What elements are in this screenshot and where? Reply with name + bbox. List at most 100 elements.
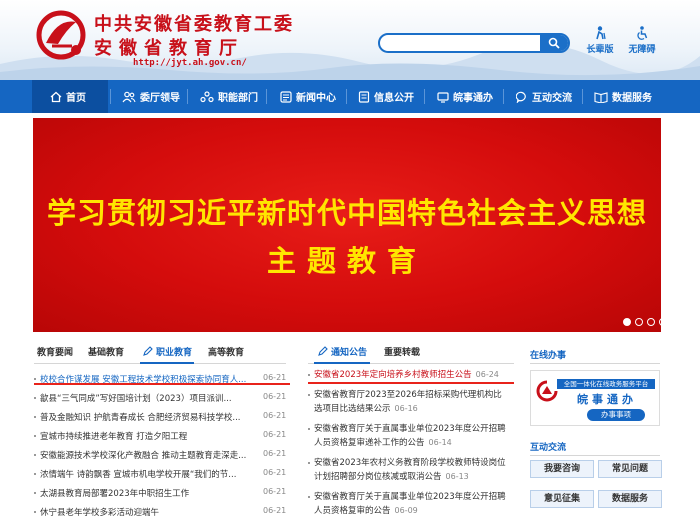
nav-item-label: 委厅领导	[140, 93, 180, 104]
carousel-dots	[623, 318, 661, 326]
opinion-button[interactable]: 意见征集	[530, 490, 594, 508]
home-icon	[50, 91, 62, 102]
carousel-dot[interactable]	[635, 318, 643, 326]
nav-item-departments[interactable]: 职能部门	[200, 80, 258, 113]
nav-item-label: 新闻中心	[296, 93, 336, 104]
interaction-title: 互动交流	[530, 443, 567, 453]
list-item[interactable]: 校校合作谋发展 安徽工程技术学校积极探索协同育人... 06-21	[34, 370, 286, 388]
list-item-date: 06-21	[263, 468, 286, 477]
hero-banner[interactable]: 学习贯彻习近平新时代中国特色社会主义思想 主题教育	[33, 118, 661, 332]
tab-label: 通知公告	[331, 348, 368, 358]
carousel-dot[interactable]	[623, 318, 631, 326]
notice-title: 安徽省2023年定向培养乡村教师招生公告	[314, 370, 472, 380]
list-item[interactable]: 浓情端午 诗韵飘香 宣城市机电学校开展“我们的节... 06-21	[34, 465, 286, 483]
focus-underline	[34, 383, 290, 385]
list-item[interactable]: 普及金融知识 护航青春成长 合肥经济贸易科技学校... 06-21	[34, 408, 286, 426]
chat-icon	[516, 91, 526, 103]
list-item[interactable]: 安徽能源技术学校深化产教融合 推动主题教育走深走... 06-21	[34, 446, 286, 464]
list-bullet	[308, 496, 310, 498]
search-button[interactable]	[540, 35, 568, 51]
nav-divider	[187, 89, 188, 104]
elder-icon	[596, 26, 606, 40]
list-bullet	[34, 473, 36, 475]
banner-subheadline: 主题教育	[266, 244, 427, 278]
elder-mode-label: 长辈版	[586, 45, 614, 55]
nav-item-news[interactable]: 新闻中心	[280, 80, 336, 113]
nav-item-data[interactable]: 数据服务	[594, 80, 652, 113]
list-item-title: 休宁县老年学校多彩活动迎端午	[40, 508, 160, 518]
news-icon	[280, 90, 292, 103]
tab-important-reprints[interactable]: 重要转载	[384, 345, 420, 358]
list-item-title: 安徽能源技术学校深化产教融合 推动主题教育走深走...	[40, 451, 247, 461]
search-box	[378, 33, 570, 53]
wanshi-tongban-card[interactable]: 全国一体化在线政务服务平台 皖事通办 办事事项	[530, 370, 660, 426]
list-item[interactable]: 太湖县教育局部署2023年中职招生工作 06-21	[34, 484, 286, 502]
list-item-date: 06-21	[263, 411, 286, 420]
accessibility-button[interactable]: 无障碍	[622, 26, 662, 55]
elder-mode-button[interactable]: 长辈版	[580, 26, 620, 55]
list-item[interactable]: 歙县“三气同成”写好国培计划（2023）项目派训... 06-21	[34, 389, 286, 407]
service-items-button[interactable]: 办事事项	[587, 409, 645, 421]
notice-date: 06-13	[445, 472, 469, 481]
list-item-title: 普及金融知识 护航青春成长 合肥经济贸易科技学校...	[40, 413, 241, 423]
online-service-title: 在线办事	[530, 351, 567, 361]
carousel-dot[interactable]	[659, 318, 661, 326]
nav-item-label: 皖事通办	[453, 93, 493, 104]
list-bullet	[308, 428, 310, 430]
list-item-title: 浓情端午 诗韵飘香 宣城市机电学校开展“我们的节...	[40, 470, 237, 480]
nav-item-leaders[interactable]: 委厅领导	[122, 80, 180, 113]
faq-button[interactable]: 常见问题	[598, 460, 662, 478]
nav-divider	[582, 89, 583, 104]
carousel-dot[interactable]	[647, 318, 655, 326]
list-item-date: 06-21	[263, 449, 286, 458]
list-bullet	[308, 374, 310, 376]
notice-title-line1: 安徽省2023年农村义务教育阶段学校教师特设岗位	[314, 458, 506, 468]
data-service-button[interactable]: 数据服务	[598, 490, 662, 508]
nav-item-label: 互动交流	[532, 93, 572, 104]
info-icon	[358, 90, 370, 103]
list-item-date: 06-21	[263, 373, 286, 382]
tab-notices[interactable]: 通知公告	[318, 345, 367, 358]
notice-title-line1: 安徽省教育厅2023至2026年招标采购代理机构比	[314, 390, 502, 400]
wanshi-logo-icon	[536, 380, 558, 402]
notice-title-line2: 计划招聘部分岗位核减或取消公告	[314, 472, 442, 482]
list-bullet	[308, 394, 310, 396]
site-title-line1[interactable]: 中共安徽省委教育工委	[94, 10, 294, 36]
list-item[interactable]: 宣城市持续推进老年教育 打造夕阳工程 06-21	[34, 427, 286, 445]
list-bullet	[34, 492, 36, 494]
list-bullet	[34, 416, 36, 418]
nav-item-label: 信息公开	[374, 93, 414, 104]
accessibility-icon	[637, 26, 648, 40]
notice-title-line2: 人员资格复审递补工作的公告	[314, 438, 425, 448]
search-input[interactable]	[388, 36, 538, 50]
notice-title-line1: 安徽省教育厅关于直属事业单位2023年度公开招聘	[314, 492, 506, 502]
nav-item-interact[interactable]: 互动交流	[516, 80, 572, 113]
list-item[interactable]: 休宁县老年学校多彩活动迎端午 06-21	[34, 503, 286, 518]
site-url: http://jyt.ah.gov.cn/	[133, 58, 247, 68]
section-divider	[530, 363, 660, 364]
list-item-date: 06-21	[263, 392, 286, 401]
nav-item-info[interactable]: 信息公开	[358, 80, 414, 113]
nav-item-service[interactable]: 皖事通办	[437, 80, 493, 113]
departments-icon	[200, 90, 214, 102]
service-icon	[437, 91, 449, 103]
nav-divider	[266, 89, 267, 104]
focus-underline	[308, 382, 514, 384]
nav-divider	[110, 89, 111, 104]
banner-headline: 学习贯彻习近平新时代中国特色社会主义思想	[46, 196, 647, 230]
nav-item-home[interactable]: 首页	[50, 80, 86, 113]
service-platform-banner: 全国一体化在线政务服务平台	[557, 379, 655, 389]
notice-tabs: 通知公告 重要转载	[0, 345, 520, 363]
list-bullet	[34, 378, 36, 380]
notice-title-line2: 人员资格复审的公告	[314, 506, 391, 516]
active-tab-underline	[314, 362, 370, 364]
data-icon	[594, 91, 608, 103]
nav-divider	[346, 89, 347, 104]
main-nav: 首页 委厅领导 职能部门 新闻中心 信息公开 皖事通办 互动交流 数据服务	[0, 80, 700, 113]
party-emblem-icon	[36, 10, 86, 60]
notice-date: 06-24	[475, 370, 499, 379]
accessibility-label: 无障碍	[628, 45, 656, 55]
consult-button[interactable]: 我要咨询	[530, 460, 594, 478]
list-bullet	[34, 435, 36, 437]
site-title-line2[interactable]: 安徽省教育厅	[94, 34, 244, 60]
